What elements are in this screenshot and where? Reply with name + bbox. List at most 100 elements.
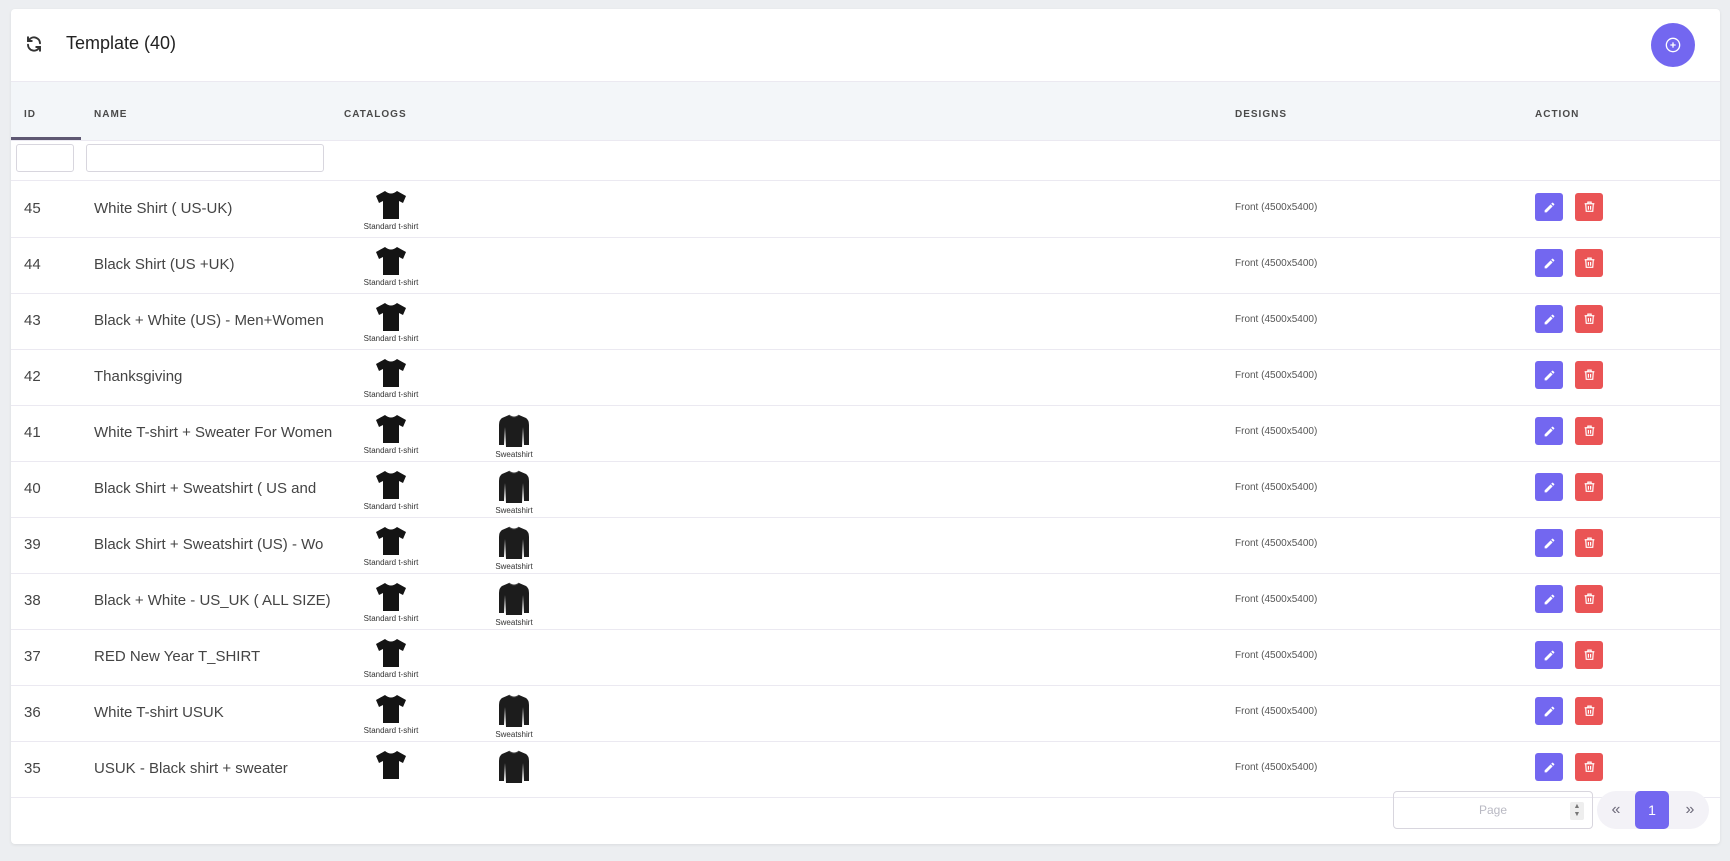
delete-button[interactable] bbox=[1575, 473, 1603, 501]
delete-button[interactable] bbox=[1575, 585, 1603, 613]
catalog-label: Standard t-shirt bbox=[363, 334, 419, 343]
table-row: 38 Black + White - US_UK ( ALL SIZE) Stan… bbox=[11, 573, 1720, 630]
prev-page-button[interactable]: « bbox=[1599, 791, 1633, 829]
sweatshirt-icon bbox=[474, 413, 554, 449]
delete-button[interactable] bbox=[1575, 249, 1603, 277]
edit-button[interactable] bbox=[1535, 193, 1563, 221]
catalog-label: Sweatshirt bbox=[495, 562, 533, 571]
pencil-icon bbox=[1544, 426, 1554, 436]
catalog-label: Standard t-shirt bbox=[363, 502, 419, 511]
add-template-button[interactable] bbox=[1651, 23, 1695, 67]
catalog-item: Standard t-shirt bbox=[351, 245, 431, 287]
trash-icon bbox=[1584, 257, 1594, 268]
table-header: ID NAME CATALOGS DESIGNS ACTION bbox=[11, 81, 1720, 141]
tshirt-icon bbox=[351, 581, 431, 613]
pencil-icon bbox=[1544, 594, 1554, 604]
table-row: 45 White Shirt ( US-UK) Standard t-shirt … bbox=[11, 181, 1720, 238]
edit-button[interactable] bbox=[1535, 361, 1563, 389]
catalog-label: Sweatshirt bbox=[495, 506, 533, 515]
catalog-item: Standard t-shirt bbox=[351, 357, 431, 399]
table-row: 41 White T-shirt + Sweater For Women Stan… bbox=[11, 405, 1720, 462]
trash-icon bbox=[1584, 313, 1594, 324]
edit-button[interactable] bbox=[1535, 529, 1563, 557]
table-row: 43 Black + White (US) - Men+Women Standar… bbox=[11, 293, 1720, 350]
delete-button[interactable] bbox=[1575, 361, 1603, 389]
pagination: « 1 » bbox=[1597, 791, 1709, 829]
delete-button[interactable] bbox=[1575, 697, 1603, 725]
row-design: Front (4500x5400) bbox=[1235, 258, 1318, 269]
page-title: Template (40) bbox=[66, 33, 177, 53]
pencil-icon bbox=[1544, 650, 1554, 660]
refresh-button[interactable] bbox=[23, 33, 45, 55]
row-name: USUK - Black shirt + sweater bbox=[94, 760, 288, 777]
next-page-button[interactable]: » bbox=[1673, 791, 1707, 829]
edit-button[interactable] bbox=[1535, 585, 1563, 613]
table-row: 37 RED New Year T_SHIRT Standard t-shirt … bbox=[11, 629, 1720, 686]
row-name: White T-shirt + Sweater For Women bbox=[94, 424, 333, 441]
pencil-icon bbox=[1544, 482, 1554, 492]
catalog-item: Sweatshirt bbox=[474, 525, 554, 571]
column-header-designs: DESIGNS bbox=[1235, 109, 1288, 120]
tshirt-icon bbox=[351, 693, 431, 725]
tshirt-icon bbox=[351, 357, 431, 389]
delete-button[interactable] bbox=[1575, 529, 1603, 557]
tshirt-icon bbox=[351, 189, 431, 221]
tshirt-icon bbox=[351, 749, 431, 781]
catalog-label: Standard t-shirt bbox=[363, 390, 419, 399]
column-header-action: ACTION bbox=[1535, 109, 1580, 120]
edit-button[interactable] bbox=[1535, 305, 1563, 333]
row-name: Black + White - US_UK ( ALL SIZE) bbox=[94, 592, 331, 609]
edit-button[interactable] bbox=[1535, 641, 1563, 669]
row-id: 39 bbox=[24, 536, 41, 553]
tshirt-icon bbox=[351, 469, 431, 501]
id-filter-input[interactable] bbox=[16, 144, 74, 172]
catalog-label: Sweatshirt bbox=[495, 618, 533, 627]
page-input-placeholder: Page bbox=[1478, 803, 1508, 817]
column-header-name[interactable]: NAME bbox=[94, 109, 127, 120]
delete-button[interactable] bbox=[1575, 753, 1603, 781]
table-row: 40 Black Shirt + Sweatshirt ( US and Stan… bbox=[11, 461, 1720, 518]
row-name: Black Shirt + Sweatshirt ( US and bbox=[94, 480, 317, 497]
page-spinner[interactable]: ▲ ▼ bbox=[1570, 802, 1584, 820]
tshirt-icon bbox=[351, 637, 431, 669]
column-header-id[interactable]: ID bbox=[24, 109, 36, 120]
delete-button[interactable] bbox=[1575, 193, 1603, 221]
row-id: 37 bbox=[24, 648, 41, 665]
trash-icon bbox=[1584, 705, 1594, 716]
catalog-label: Standard t-shirt bbox=[363, 670, 419, 679]
templates-card: Template (40) ID NAME CATALOGS DESIGNS A… bbox=[11, 9, 1720, 844]
sweatshirt-icon bbox=[474, 693, 554, 729]
catalog-item bbox=[474, 749, 554, 785]
refresh-icon bbox=[27, 36, 41, 52]
row-id: 40 bbox=[24, 480, 41, 497]
edit-button[interactable] bbox=[1535, 753, 1563, 781]
row-design: Front (4500x5400) bbox=[1235, 426, 1318, 437]
pencil-icon bbox=[1544, 202, 1554, 212]
table-row: 44 Black Shirt (US +UK) Standard t-shirt … bbox=[11, 237, 1720, 294]
edit-button[interactable] bbox=[1535, 697, 1563, 725]
delete-button[interactable] bbox=[1575, 305, 1603, 333]
row-design: Front (4500x5400) bbox=[1235, 370, 1318, 381]
page-number-input[interactable]: Page ▲ ▼ bbox=[1393, 791, 1593, 829]
row-name: White Shirt ( US-UK) bbox=[94, 200, 233, 217]
row-id: 43 bbox=[24, 312, 41, 329]
name-filter-input[interactable] bbox=[86, 144, 324, 172]
edit-button[interactable] bbox=[1535, 473, 1563, 501]
plus-circle-icon bbox=[1665, 37, 1681, 53]
row-design: Front (4500x5400) bbox=[1235, 762, 1318, 773]
row-id: 35 bbox=[24, 760, 41, 777]
row-design: Front (4500x5400) bbox=[1235, 482, 1318, 493]
current-page-button[interactable]: 1 bbox=[1635, 791, 1669, 829]
delete-button[interactable] bbox=[1575, 641, 1603, 669]
table-row: 42 Thanksgiving Standard t-shirt Front (4… bbox=[11, 349, 1720, 406]
catalog-item: Sweatshirt bbox=[474, 693, 554, 739]
edit-button[interactable] bbox=[1535, 417, 1563, 445]
edit-button[interactable] bbox=[1535, 249, 1563, 277]
catalog-item: Sweatshirt bbox=[474, 413, 554, 459]
row-id: 41 bbox=[24, 424, 41, 441]
row-design: Front (4500x5400) bbox=[1235, 650, 1318, 661]
delete-button[interactable] bbox=[1575, 417, 1603, 445]
row-name: Black Shirt + Sweatshirt (US) - Wo bbox=[94, 536, 324, 553]
trash-icon bbox=[1584, 761, 1594, 772]
tshirt-icon bbox=[351, 413, 431, 445]
